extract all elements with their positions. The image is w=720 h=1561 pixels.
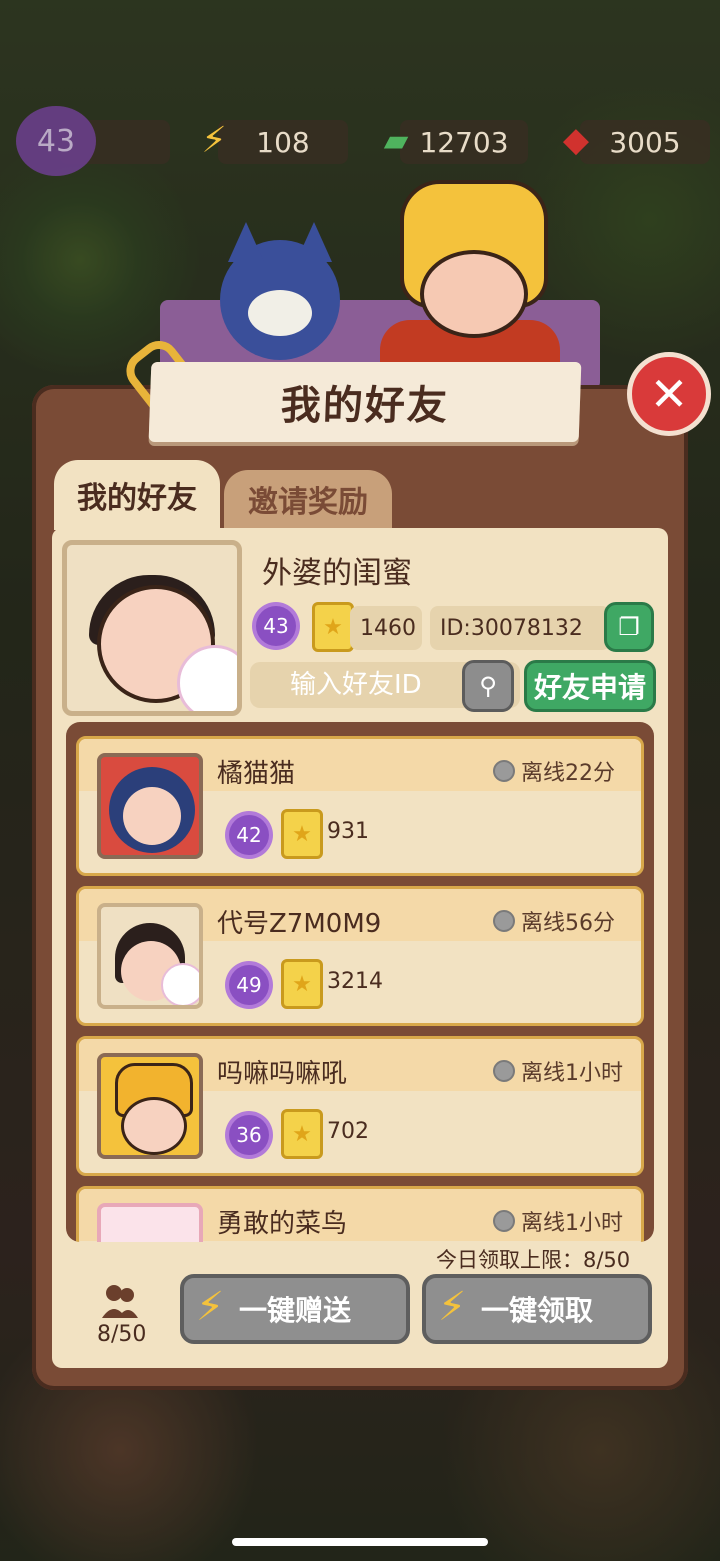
my-nickname: 外婆的闺蜜 [262,556,412,591]
search-button[interactable]: ⚲ [462,660,514,712]
close-icon: ✕ [649,367,689,421]
friend-level-badge: 36 [229,1115,269,1155]
send-all-button[interactable]: ⚡ 一键赠送 [180,1274,410,1344]
boy-mascot-illustration [380,180,560,390]
friend-score: 931 [327,819,369,844]
cat-mascot-illustration [220,222,340,360]
my-id-value: ID:30078132 [440,615,583,641]
tab-my-friends[interactable]: 我的好友 [54,460,220,530]
friend-status-text: 离线1小时 [521,1061,623,1086]
trophy-card-icon: ★ [281,959,323,1009]
lightning-icon: ⚡ [201,119,227,161]
offline-dot-icon [493,1060,515,1082]
friend-status: 离线1小时 [493,1205,623,1237]
my-score-value: 1460 [360,615,416,641]
trophy-card-icon: ★ [312,602,354,652]
friend-status: 离线1小时 [493,1055,623,1087]
my-level: 43 [263,614,289,638]
friend-status-text: 离线56分 [521,911,615,936]
list-item[interactable]: 橘猫猫 离线22分 42 ★ 931 [76,736,644,876]
my-avatar[interactable] [62,540,242,716]
friend-name: 代号Z7M0M9 [217,909,382,939]
claim-all-button[interactable]: ⚡ 一键领取 [422,1274,652,1344]
friend-request-button[interactable]: 好友申请 [524,660,656,712]
header-illustration [140,180,600,390]
gem-resource[interactable]: ◆ 3005 [563,120,710,164]
player-level: 43 [36,123,76,159]
panel-title-banner: 我的好友 [148,362,582,442]
friend-avatar[interactable] [97,753,203,859]
friend-status: 离线22分 [493,755,615,787]
my-score: 1460 [350,606,422,650]
friend-avatar[interactable] [97,1203,203,1242]
my-level-badge: 43 [256,606,296,646]
friend-level: 36 [236,1123,262,1147]
offline-dot-icon [493,910,515,932]
friend-name: 勇敢的菜鸟 [217,1209,348,1239]
trophy-card-icon: ★ [281,1109,323,1159]
energy-resource[interactable]: ⚡ 108 [201,120,348,164]
list-item[interactable]: 代号Z7M0M9 离线56分 49 ★ 3214 [76,886,644,1026]
friend-level: 49 [236,973,262,997]
cash-icon: ▰ [383,121,409,159]
offline-dot-icon [493,1210,515,1232]
friend-level: 42 [236,823,262,847]
friend-status-text: 离线22分 [521,761,615,786]
friend-name: 吗嘛吗嘛吼 [217,1059,348,1089]
search-icon: ⚲ [479,672,497,700]
friend-avatar[interactable] [97,903,203,1009]
friend-name: 橘猫猫 [217,759,296,789]
lightning-icon: ⚡ [196,1284,225,1330]
trophy-card-icon: ★ [281,809,323,859]
panel-title: 我的好友 [280,383,450,429]
tab-invite-rewards[interactable]: 邀请奖励 [224,470,392,528]
friend-avatar[interactable] [97,1053,203,1159]
gem-value: 3005 [609,125,681,159]
offline-dot-icon [493,760,515,782]
friend-level-badge: 49 [229,965,269,1005]
friends-icon [102,1285,138,1318]
daily-claim-limit: 今日领取上限：8/50 [436,1248,631,1272]
energy-value: 108 [256,125,310,159]
cash-value: 12703 [419,125,509,159]
cash-resource[interactable]: ▰ 12703 [384,120,528,164]
copy-id-button[interactable]: ❐ [604,602,654,652]
claim-all-label: 一键领取 [480,1294,593,1327]
copy-icon: ❐ [618,613,640,641]
unicorn-icon [177,645,237,711]
friends-list[interactable]: 橘猫猫 离线22分 42 ★ 931 代号Z7M0M9 离线56分 49 ★ 3… [66,722,654,1242]
level-badge-icon: 43 [16,106,96,176]
friend-status-text: 离线1小时 [521,1211,623,1236]
friend-request-label: 好友申请 [533,671,646,704]
tab-invite-rewards-label: 邀请奖励 [248,485,368,520]
friends-count: 8/50 [97,1322,147,1347]
list-item[interactable]: 勇敢的菜鸟 离线1小时 [76,1186,644,1242]
send-all-label: 一键赠送 [238,1294,351,1327]
list-item[interactable]: 吗嘛吗嘛吼 离线1小时 36 ★ 702 [76,1036,644,1176]
tab-my-friends-label: 我的好友 [77,481,197,516]
friend-level-badge: 42 [229,815,269,855]
lightning-icon: ⚡ [438,1284,467,1330]
home-indicator [232,1538,488,1546]
my-id: ID:30078132 [430,606,610,650]
close-button[interactable]: ✕ [627,352,711,436]
level-resource: 43 [16,106,170,176]
friend-score: 702 [327,1119,369,1144]
ruby-icon: ◆ [562,120,590,160]
friend-status: 离线56分 [493,905,615,937]
friend-score: 3214 [327,969,383,994]
